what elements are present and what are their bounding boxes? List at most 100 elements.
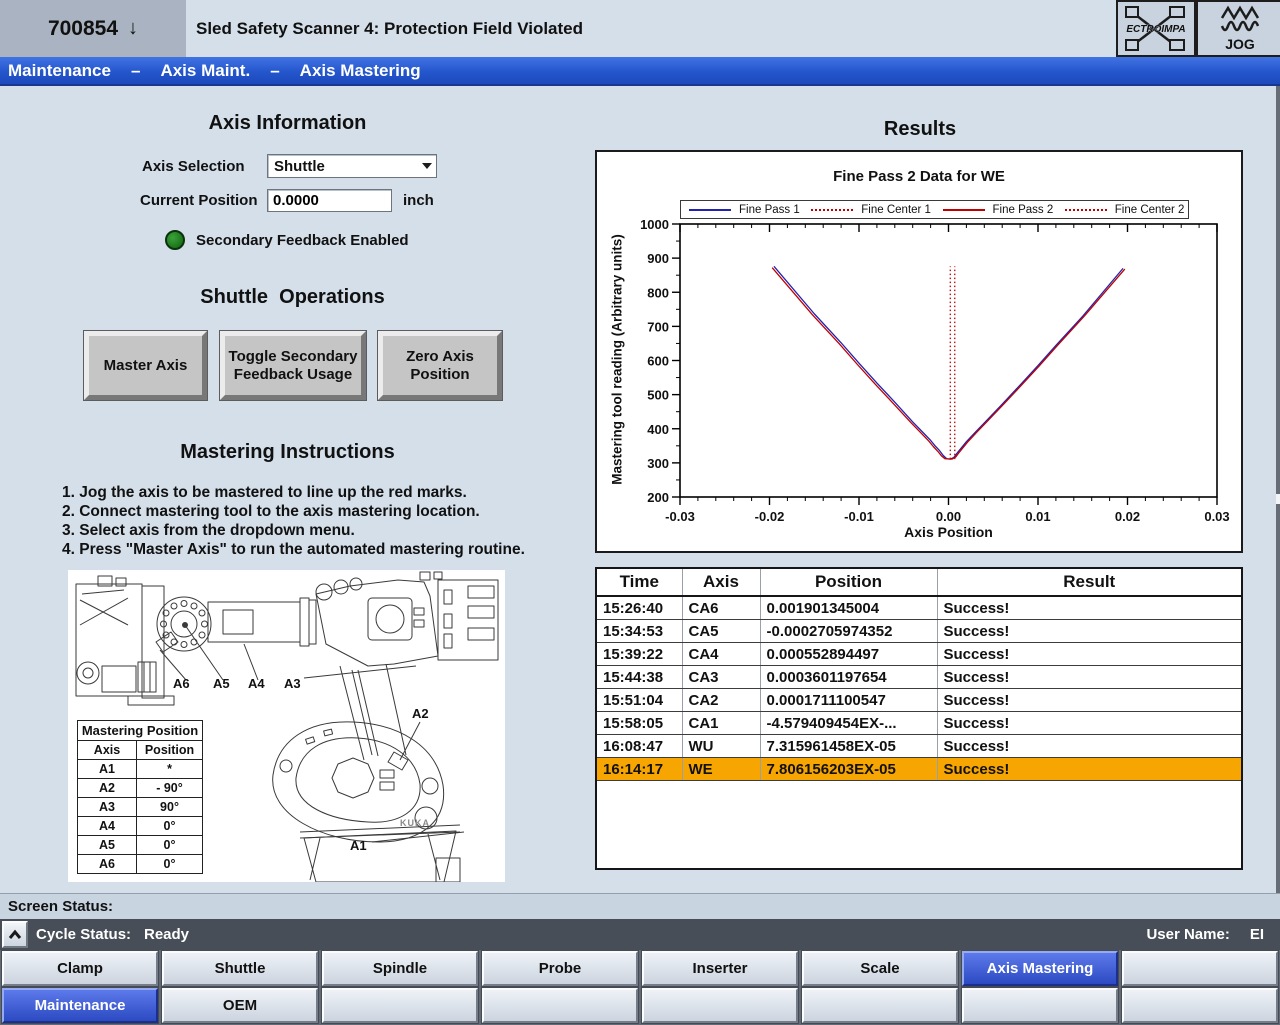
softkey-empty[interactable] [1122, 988, 1278, 1023]
softkey-inserter[interactable]: Inserter [642, 951, 798, 986]
svg-text:-0.03: -0.03 [665, 509, 695, 524]
current-position-field[interactable] [267, 189, 392, 212]
logo-button[interactable]: ECTROIMPA [1116, 0, 1196, 57]
results-row[interactable]: 15:34:53CA5-0.0002705974352Success! [597, 620, 1241, 643]
softkey-probe[interactable]: Probe [482, 951, 638, 986]
results-cell: 15:34:53 [597, 620, 682, 643]
mastering-table-cell: A1 [78, 760, 137, 778]
alarm-number-block[interactable]: 700854 ↓ [0, 0, 186, 57]
results-cell: CA4 [682, 643, 760, 666]
softkey-axis-mastering[interactable]: Axis Mastering [962, 951, 1118, 986]
softkey-empty[interactable] [802, 988, 958, 1023]
master-axis-button[interactable]: Master Axis [84, 331, 207, 400]
results-cell: 15:39:22 [597, 643, 682, 666]
robot-diagram-panel: A6 A5 A4 A3 A2 A1 KUKA Mastering Positio… [68, 570, 505, 882]
axis-label-a6: A6 [173, 676, 190, 691]
mastering-instructions-list: 1. Jog the axis to be mastered to line u… [62, 483, 532, 559]
chevron-down-icon[interactable] [418, 155, 436, 177]
screen-status-label: Screen Status: [8, 898, 113, 915]
softkey-oem[interactable]: OEM [162, 988, 318, 1023]
toggle-secondary-feedback-button[interactable]: Toggle Secondary Feedback Usage [220, 331, 366, 400]
mastering-table-cell: * [137, 760, 202, 778]
mastering-instructions-title: Mastering Instructions [100, 441, 475, 464]
axis-label-a4: A4 [248, 676, 265, 691]
axis-information-title: Axis Information [100, 112, 475, 135]
jog-button[interactable]: JOG [1196, 0, 1280, 57]
results-col-axis: Axis [682, 569, 760, 596]
softkey-empty[interactable] [642, 988, 798, 1023]
alarm-dropdown-arrow-icon[interactable]: ↓ [128, 17, 138, 40]
softkey-scale[interactable]: Scale [802, 951, 958, 986]
softkey-empty[interactable] [482, 988, 638, 1023]
jog-label: JOG [1225, 36, 1255, 52]
results-cell: CA5 [682, 620, 760, 643]
softkey-empty[interactable] [322, 988, 478, 1023]
results-row[interactable]: 15:26:40CA60.001901345004Success! [597, 596, 1241, 620]
softkey-empty[interactable] [962, 988, 1118, 1023]
mastering-table-cell: 0° [137, 817, 202, 835]
svg-text:200: 200 [647, 490, 669, 505]
mastering-table-cell: - 90° [137, 779, 202, 797]
softkey-row: Clamp Shuttle Spindle ProbeInserter Scale Axi… [0, 951, 1280, 986]
zero-axis-position-button[interactable]: Zero Axis Position [378, 331, 502, 400]
results-row[interactable]: 15:51:04CA20.0001711100547Success! [597, 689, 1241, 712]
mastering-table-cell: A2 [78, 779, 137, 797]
mastering-table-row: A2- 90° [78, 779, 202, 798]
softkey-label: Clamp [57, 960, 103, 977]
results-cell: 15:51:04 [597, 689, 682, 712]
jog-icon: JOG [1210, 4, 1270, 53]
results-cell: 16:14:17 [597, 758, 682, 781]
results-cell: 0.0001711100547 [760, 689, 937, 712]
mastering-table-header: AxisPosition [78, 741, 202, 760]
svg-text:500: 500 [647, 388, 669, 403]
softkey-clamp[interactable]: Clamp [2, 951, 158, 986]
axis-selection-dropdown[interactable]: Shuttle [267, 154, 437, 178]
axis-mastering-screen: 700854 ↓ Sled Safety Scanner 4: Protecti… [0, 0, 1280, 1025]
instruction-step: 1. Jog the axis to be mastered to line u… [62, 483, 532, 502]
results-cell: 0.0003601197654 [760, 666, 937, 689]
cycle-status-bar [0, 919, 1280, 950]
softkey-maintenance[interactable]: Maintenance [2, 988, 158, 1023]
mastering-table-row: A60° [78, 855, 202, 873]
breadcrumb-item: Axis Mastering [300, 61, 421, 81]
toggle-secondary-feedback-button-label: Toggle Secondary Feedback Usage [225, 348, 361, 384]
results-row[interactable]: 16:08:47WU7.315961458EX-05Success! [597, 735, 1241, 758]
results-title: Results [700, 118, 1140, 141]
results-cell: CA3 [682, 666, 760, 689]
mastering-position-table: Mastering PositionAxisPositionA1*A2- 90°… [77, 720, 203, 874]
results-cell: Success! [937, 689, 1241, 712]
results-cell: 15:26:40 [597, 596, 682, 620]
user-name-area: User Name: EI [1146, 919, 1264, 950]
svg-text:0.03: 0.03 [1204, 509, 1229, 524]
results-cell: CA1 [682, 712, 760, 735]
results-col-time: Time [597, 569, 682, 596]
svg-text:1000: 1000 [640, 217, 669, 232]
results-col-position: Position [760, 569, 937, 596]
results-row[interactable]: 16:14:17WE7.806156203EX-05Success! [597, 758, 1241, 781]
axis-label-a3: A3 [284, 676, 301, 691]
results-row[interactable]: 15:44:38CA30.0003601197654Success! [597, 666, 1241, 689]
chevron-up-icon [7, 929, 23, 941]
alarm-number: 700854 [48, 17, 118, 41]
results-chart: 2003004005006007008009001000-0.03-0.02-0… [597, 152, 1245, 555]
screen-status-bar: Screen Status: [0, 893, 1280, 919]
cycle-status-label: Cycle Status: [36, 919, 131, 950]
operations-buttons: Master Axis Toggle Secondary Feedback Usa… [0, 331, 540, 401]
softkey-shuttle[interactable]: Shuttle [162, 951, 318, 986]
softkey-empty[interactable] [1122, 951, 1278, 986]
svg-text:700: 700 [647, 319, 669, 334]
results-cell: Success! [937, 712, 1241, 735]
results-row[interactable]: 15:39:22CA40.000552894497Success! [597, 643, 1241, 666]
softkey-label: Scale [860, 960, 899, 977]
results-table: TimeAxisPositionResult 15:26:40CA60.0019… [595, 567, 1243, 870]
collapse-panel-button[interactable] [2, 921, 28, 948]
softkey-label: Axis Mastering [987, 960, 1094, 977]
mastering-table-row: A40° [78, 817, 202, 836]
results-cell: 16:08:47 [597, 735, 682, 758]
results-row[interactable]: 15:58:05CA1-4.579409454EX-...Success! [597, 712, 1241, 735]
shuttle-operations-title: Shuttle Operations [100, 286, 485, 309]
softkey-spindle[interactable]: Spindle [322, 951, 478, 986]
top-bar: 700854 ↓ Sled Safety Scanner 4: Protecti… [0, 0, 1280, 57]
softkey-label: Spindle [373, 960, 427, 977]
master-axis-button-label: Master Axis [104, 357, 188, 375]
